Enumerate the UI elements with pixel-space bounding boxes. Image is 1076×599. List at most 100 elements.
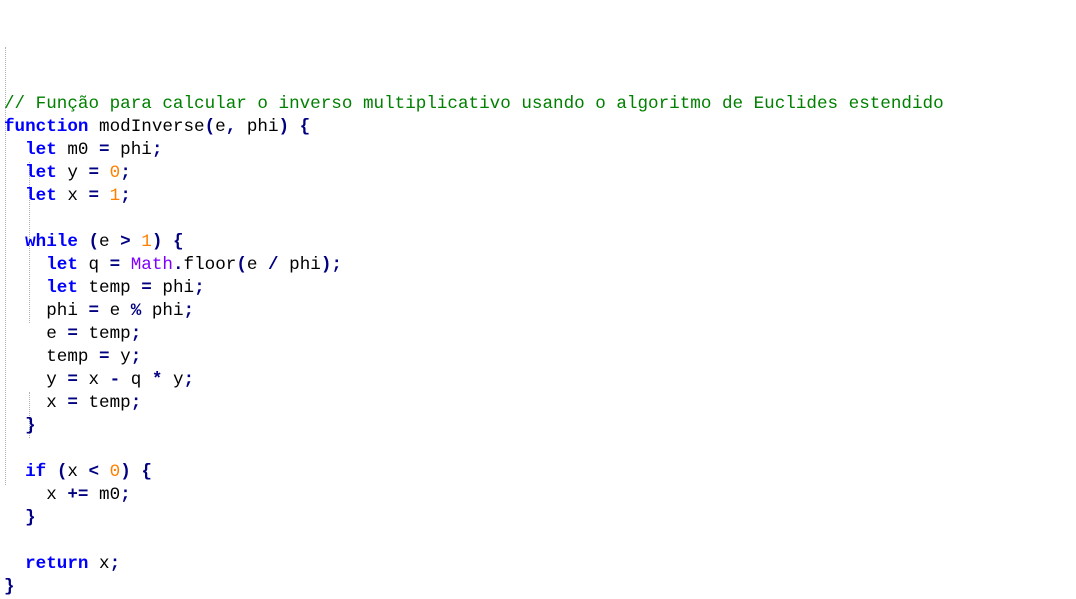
code-editor[interactable]: // Função para calcular o inverso multip… xyxy=(4,1,1074,599)
code-text: e xyxy=(4,324,68,344)
code-keyword: let xyxy=(25,163,57,183)
code-line[interactable]: let x = 1; xyxy=(4,185,1074,208)
code-operator: = xyxy=(109,255,121,275)
code-operator: ); xyxy=(320,255,342,275)
code-text: temp xyxy=(77,278,142,298)
code-line[interactable]: let m0 = phi; xyxy=(4,139,1074,162)
code-text: q xyxy=(77,255,110,275)
code-operator: ; xyxy=(120,485,131,505)
code-line[interactable]: while (e > 1) { xyxy=(4,231,1074,254)
code-text: e xyxy=(99,232,121,252)
code-line[interactable] xyxy=(4,208,1074,231)
code-line[interactable]: x = temp; xyxy=(4,392,1074,415)
code-line[interactable]: e = temp; xyxy=(4,323,1074,346)
code-text: m0 xyxy=(88,485,121,505)
code-operator: = xyxy=(88,186,100,206)
code-keyword: let xyxy=(25,186,57,206)
code-text: temp xyxy=(77,324,131,344)
code-operator: ) xyxy=(278,117,290,137)
code-builtin: Math xyxy=(130,255,173,275)
code-operator: ) xyxy=(151,232,163,252)
code-operator: { xyxy=(141,462,152,482)
code-operator: % xyxy=(130,301,142,321)
code-line[interactable]: let temp = phi; xyxy=(4,277,1074,300)
code-text: x xyxy=(56,186,89,206)
code-operator: ; xyxy=(151,140,163,160)
code-keyword: let xyxy=(46,278,78,298)
code-operator: ; xyxy=(194,278,205,298)
code-text: x xyxy=(77,370,110,390)
code-operator: = xyxy=(88,301,100,321)
code-line[interactable]: if (x < 0) { xyxy=(4,461,1074,484)
code-operator: ; xyxy=(109,554,121,574)
code-text: floor xyxy=(183,255,237,275)
code-operator: += xyxy=(67,485,89,505)
code-operator: ; xyxy=(183,301,195,321)
code-operator: ; xyxy=(183,370,195,390)
code-number-literal: 0 xyxy=(109,462,121,482)
code-operator: ( xyxy=(204,117,216,137)
code-operator: = xyxy=(99,140,110,160)
code-line[interactable]: // Função para calcular o inverso multip… xyxy=(4,93,1074,116)
code-operator: / xyxy=(268,255,279,275)
code-line[interactable]: return x; xyxy=(4,553,1074,576)
code-keyword: let xyxy=(25,140,57,160)
code-operator: ( xyxy=(56,462,68,482)
code-operator: } xyxy=(4,577,15,597)
code-text: e xyxy=(99,301,131,321)
code-text: e xyxy=(246,255,269,275)
code-operator: = xyxy=(67,370,78,390)
code-line[interactable]: x += m0; xyxy=(4,484,1074,507)
code-text: phi xyxy=(109,140,152,160)
code-keyword: let xyxy=(46,255,78,275)
code-line[interactable] xyxy=(4,530,1074,553)
code-text: x xyxy=(4,485,68,505)
code-number-literal: 0 xyxy=(109,163,121,183)
code-line[interactable]: phi = e % phi; xyxy=(4,300,1074,323)
code-text: phi xyxy=(278,255,321,275)
code-text: m0 xyxy=(56,140,100,160)
code-text: y xyxy=(162,370,184,390)
code-line[interactable]: function modInverse(e, phi) { xyxy=(4,116,1074,139)
code-line[interactable]: } xyxy=(4,415,1074,438)
code-line[interactable]: y = x - q * y; xyxy=(4,369,1074,392)
code-operator: = xyxy=(67,393,78,413)
code-operator: < xyxy=(88,462,100,482)
code-text: x xyxy=(4,393,68,413)
code-line[interactable]: } xyxy=(4,576,1074,599)
code-text: phi xyxy=(151,278,195,298)
code-text: x xyxy=(67,462,89,482)
code-operator: . xyxy=(172,255,184,275)
code-operator: * xyxy=(151,370,163,390)
code-line[interactable]: temp = y; xyxy=(4,346,1074,369)
code-line[interactable] xyxy=(4,438,1074,461)
code-text: y xyxy=(56,163,89,183)
code-operator: > xyxy=(120,232,131,252)
code-line[interactable]: let q = Math.floor(e / phi); xyxy=(4,254,1074,277)
code-operator: { xyxy=(172,232,184,252)
code-operator: ) xyxy=(120,462,131,482)
code-line[interactable]: let y = 0; xyxy=(4,162,1074,185)
code-comment: // Função para calcular o inverso multip… xyxy=(4,94,944,114)
code-operator: } xyxy=(25,416,36,436)
code-operator: ; xyxy=(130,324,142,344)
code-operator: = xyxy=(99,347,110,367)
code-text: q xyxy=(120,370,152,390)
code-line[interactable]: } xyxy=(4,507,1074,530)
code-text: phi xyxy=(4,301,89,321)
